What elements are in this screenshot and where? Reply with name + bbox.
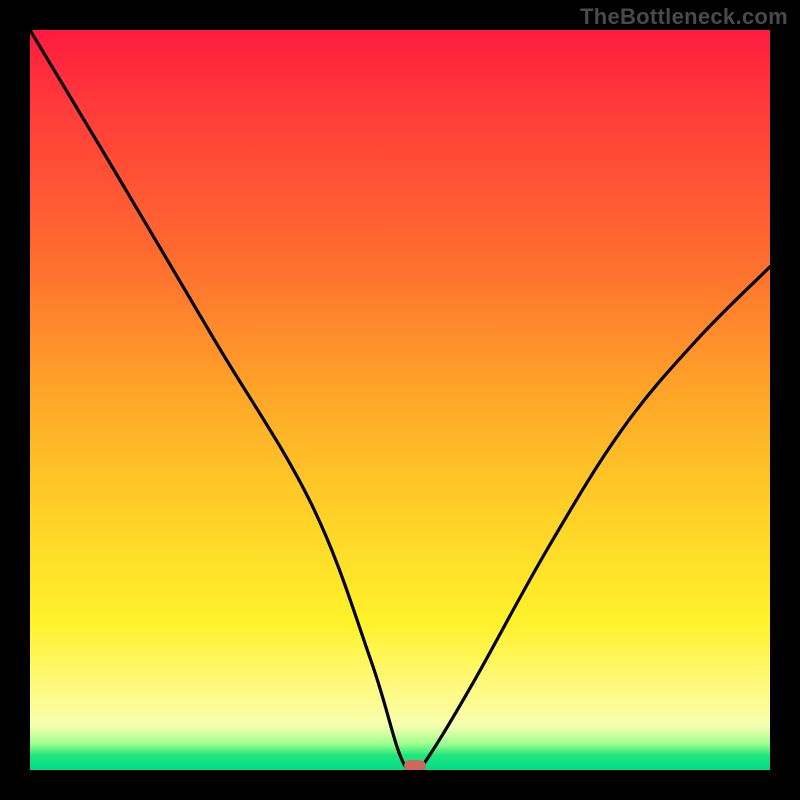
- minimum-marker: [404, 760, 426, 770]
- watermark-text: TheBottleneck.com: [580, 4, 788, 30]
- chart-frame: TheBottleneck.com: [0, 0, 800, 800]
- plot-area: [30, 30, 770, 770]
- bottleneck-curve: [30, 30, 770, 770]
